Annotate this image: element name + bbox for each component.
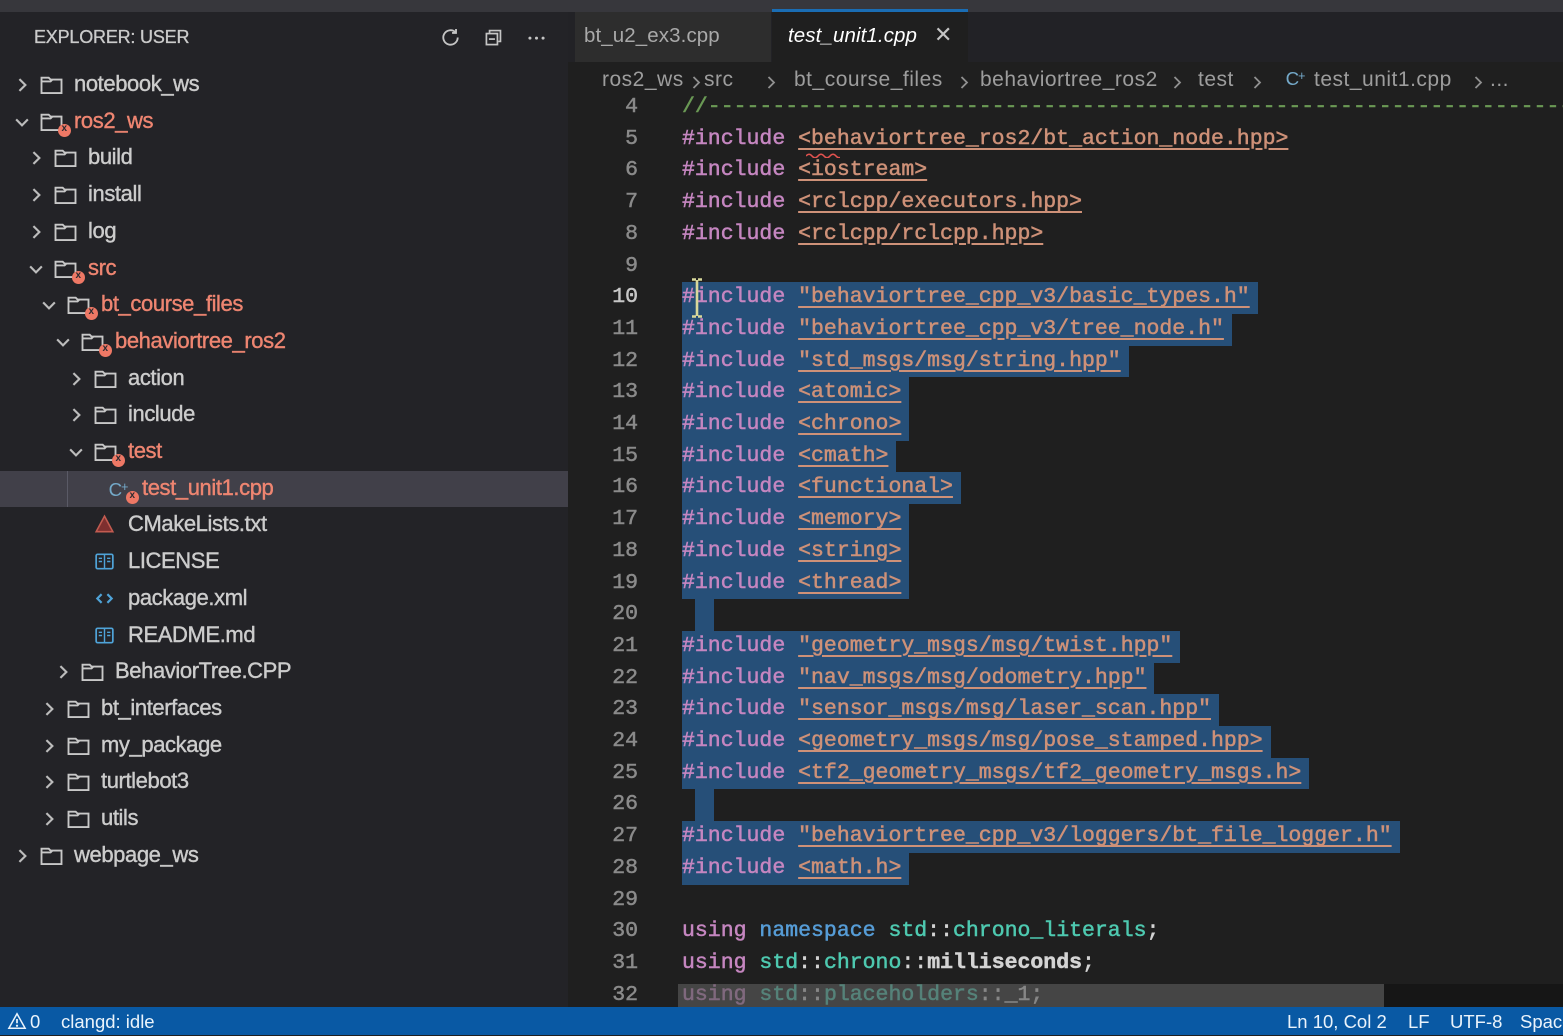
svg-text:+: + xyxy=(1298,69,1306,83)
svg-text:C: C xyxy=(109,478,123,499)
